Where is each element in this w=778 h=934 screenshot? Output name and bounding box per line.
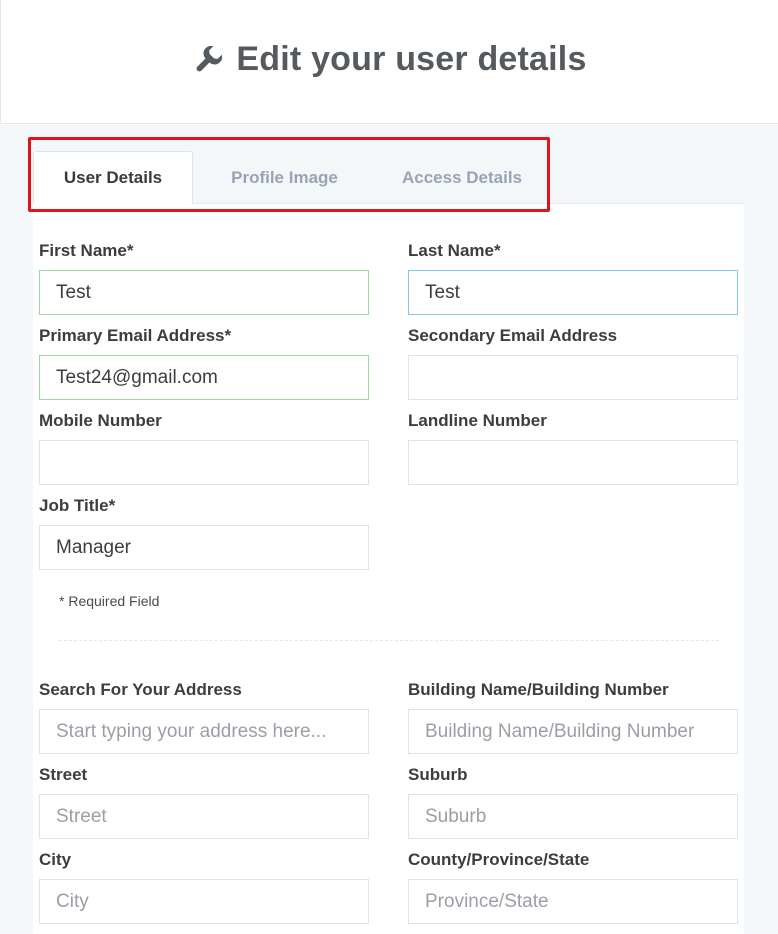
province-label: County/Province/State <box>408 850 590 869</box>
required-field-note: * Required Field <box>59 593 160 609</box>
building-label: Building Name/Building Number <box>408 680 669 699</box>
street-input[interactable] <box>39 794 369 839</box>
last-name-label: Last Name* <box>408 241 501 260</box>
address-search-input[interactable] <box>39 709 369 754</box>
first-name-label: First Name* <box>39 241 134 260</box>
job-title-input[interactable] <box>39 525 369 570</box>
address-search-label: Search For Your Address <box>39 680 242 699</box>
wrench-icon <box>196 45 223 71</box>
primary-email-input[interactable] <box>39 355 369 400</box>
tab-bar-divider <box>193 203 744 204</box>
province-input[interactable] <box>408 879 738 924</box>
first-name-input[interactable] <box>39 270 369 315</box>
tab-profile-image[interactable]: Profile Image <box>193 152 376 204</box>
city-label: City <box>39 850 72 869</box>
page-title-group: Edit your user details <box>192 40 586 79</box>
tab-user-details[interactable]: User Details <box>33 151 193 204</box>
tab-access-details[interactable]: Access Details <box>376 152 548 204</box>
page-title: Edit your user details <box>236 40 587 78</box>
building-input[interactable] <box>408 709 738 754</box>
tab-bar: User Details Profile Image Access Detail… <box>33 151 744 204</box>
landline-number-input[interactable] <box>408 440 738 485</box>
suburb-label: Suburb <box>408 765 468 784</box>
section-divider <box>59 640 719 641</box>
primary-email-label: Primary Email Address* <box>39 326 232 345</box>
secondary-email-label: Secondary Email Address <box>408 326 618 345</box>
mobile-number-label: Mobile Number <box>39 411 162 430</box>
page-header: Edit your user details <box>0 0 778 124</box>
job-title-label: Job Title* <box>39 496 116 515</box>
landline-number-label: Landline Number <box>408 411 547 430</box>
secondary-email-input[interactable] <box>408 355 738 400</box>
street-label: Street <box>39 765 88 784</box>
suburb-input[interactable] <box>408 794 738 839</box>
last-name-input[interactable] <box>408 270 738 315</box>
mobile-number-input[interactable] <box>39 440 369 485</box>
city-input[interactable] <box>39 879 369 924</box>
